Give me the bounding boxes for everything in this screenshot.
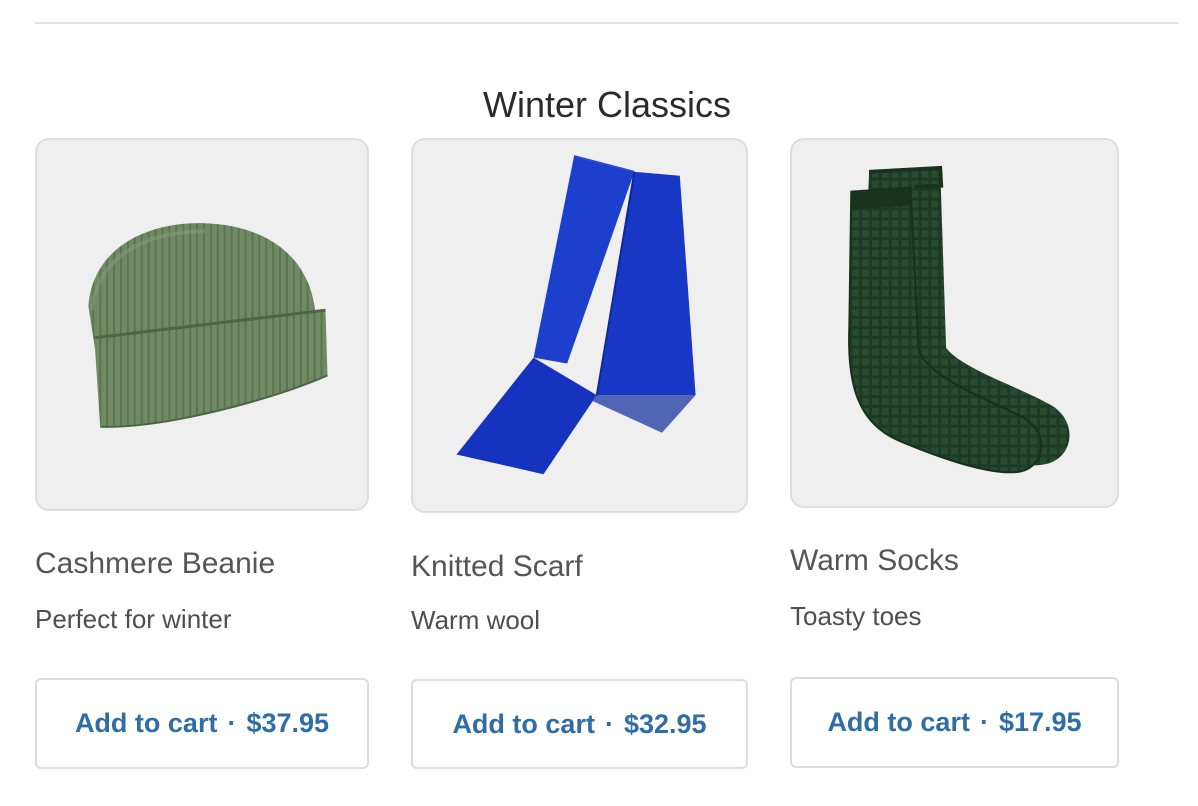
scarf-image <box>456 155 696 475</box>
product-price: $17.95 <box>998 707 1082 737</box>
price-separator: · <box>604 708 614 739</box>
add-to-cart-button-scarf[interactable]: Add to cart · $32.95 <box>411 679 748 769</box>
product-name: Cashmere Beanie <box>35 547 276 580</box>
product-description: Perfect for winter <box>35 604 232 634</box>
product-description: Warm wool <box>411 605 541 635</box>
product-image-scarf[interactable] <box>411 138 748 513</box>
add-to-cart-label: Add to cart <box>452 708 595 739</box>
product-description: Toasty toes <box>790 601 922 631</box>
add-to-cart-label: Add to cart <box>827 707 970 737</box>
product-price: $37.95 <box>246 708 330 738</box>
beanie-image <box>88 223 328 428</box>
add-to-cart-button-beanie[interactable]: Add to cart · $37.95 <box>35 678 369 769</box>
add-to-cart-button-socks[interactable]: Add to cart · $17.95 <box>790 677 1119 768</box>
product-name: Knitted Scarf <box>411 550 583 583</box>
top-divider <box>35 22 1178 24</box>
product-image-socks[interactable] <box>790 138 1119 508</box>
section-title: Winter Classics <box>482 83 732 125</box>
price-separator: · <box>227 708 237 738</box>
product-name: Warm Socks <box>790 544 959 577</box>
product-image-beanie[interactable] <box>35 138 369 511</box>
product-price: $32.95 <box>623 708 707 739</box>
price-separator: · <box>979 707 989 737</box>
add-to-cart-label: Add to cart <box>74 708 218 738</box>
socks-image <box>848 165 1070 474</box>
